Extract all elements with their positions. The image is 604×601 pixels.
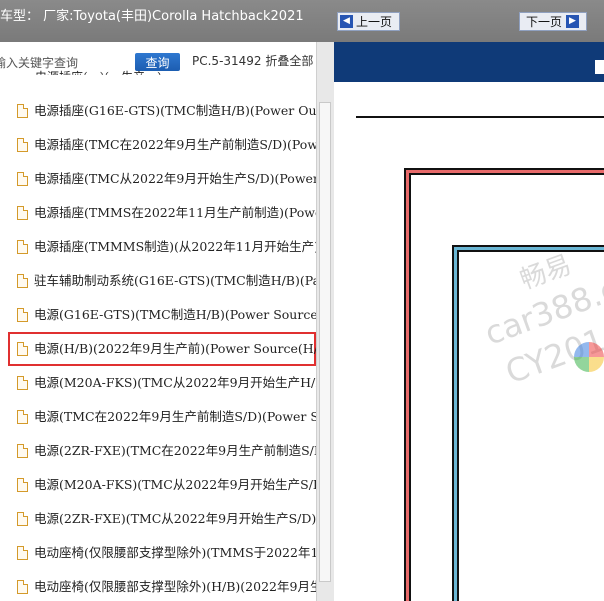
collapse-all-link[interactable]: PC.5-31492 折叠全部 — [192, 52, 313, 69]
list-item-label: 电源(2ZR-FXE)(TMC从2022年9月开始生产S/D)(P — [34, 511, 316, 526]
list-item-label: 电源(H/B)(2022年9月生产前)(Power Source(H/B)) — [34, 341, 316, 356]
document-icon — [17, 478, 28, 492]
document-icon — [17, 138, 28, 152]
list-item[interactable]: 电源(G16E-GTS)(TMC制造H/B)(Power Source) — [0, 298, 316, 332]
list-item[interactable]: 驻车辅助制动系统(G16E-GTS)(TMC制造H/B)(Park — [0, 264, 316, 298]
partial-list-item[interactable]: 电源插座(…)(…生产…) — [35, 68, 162, 75]
list-item[interactable]: 电源(2ZR-FXE)(TMC在2022年9月生产前制造S/D) — [0, 434, 316, 468]
vehicle-title: 车型： 厂家:Toyota(丰田)Corolla Hatchback2021 — [0, 9, 304, 24]
list-item[interactable]: 电源(TMC在2022年9月生产前制造S/D)(Power Sou — [0, 400, 316, 434]
arrow-left-icon: ◀ — [340, 15, 353, 28]
list-item-label: 电源(2ZR-FXE)(TMC在2022年9月生产前制造S/D) — [34, 443, 316, 458]
list-item[interactable]: 电源插座(TMC在2022年9月生产前制造S/D)(Power — [0, 128, 316, 162]
list-item[interactable]: 电动座椅(仅限腰部支撑型除外)(TMMS于2022年1 — [0, 536, 316, 570]
list-item-label: 驻车辅助制动系统(G16E-GTS)(TMC制造H/B)(Park — [34, 273, 316, 288]
list-item[interactable]: 电动座椅(仅限腰部支撑型除外)(H/B)(2022年9月生 — [0, 570, 316, 601]
document-icon — [17, 308, 28, 322]
diagram-viewer[interactable]: 畅易 car388.c CY201 — [334, 82, 604, 601]
watermark-logo-icon — [574, 342, 604, 372]
tree-panel: 查询 PC.5-31492 折叠全部 电源插座(…)(…生产…) 电源插座(G1… — [0, 42, 316, 601]
prev-page-label: 上一页 — [356, 15, 393, 29]
document-icon — [17, 172, 28, 186]
app-header: 车型： 厂家:Toyota(丰田)Corolla Hatchback2021 — [0, 0, 604, 42]
list-item[interactable]: 电源插座(TMMMS制造)(从2022年11月开始生产)( — [0, 230, 316, 264]
list-item-label: 电源(TMC在2022年9月生产前制造S/D)(Power Sou — [34, 409, 316, 424]
list-item-label: 电源(M20A-FKS)(TMC从2022年9月开始生产S/D) — [34, 477, 316, 492]
list-item-label: 电动座椅(仅限腰部支撑型除外)(H/B)(2022年9月生 — [34, 579, 316, 594]
document-icon — [17, 104, 28, 118]
prev-page-button[interactable]: ◀ 上一页 — [337, 12, 400, 31]
list-item-label: 电源插座(TMMS在2022年11月生产前制造)(Power — [34, 205, 316, 220]
document-icon — [17, 274, 28, 288]
list-item[interactable]: 电源插座(TMC从2022年9月开始生产S/D)(Power O — [0, 162, 316, 196]
list-item-label: 电源插座(TMC从2022年9月开始生产S/D)(Power O — [34, 171, 316, 186]
header-rule — [356, 116, 604, 118]
list-item-label: 电源插座(TMMMS制造)(从2022年11月开始生产)( — [34, 239, 316, 254]
document-icon — [17, 376, 28, 390]
document-icon — [17, 444, 28, 458]
scrollbar[interactable] — [316, 42, 334, 601]
arrow-right-icon: ▶ — [566, 15, 580, 28]
list-item-label: 电源(M20A-FKS)(TMC从2022年9月开始生产H/B) — [34, 375, 316, 390]
list-item[interactable]: 电源(H/B)(2022年9月生产前)(Power Source(H/B)) — [8, 332, 316, 366]
list-item-label: 电源插座(TMC在2022年9月生产前制造S/D)(Power — [34, 137, 316, 152]
list-item-label: 电动座椅(仅限腰部支撑型除外)(TMMS于2022年1 — [34, 545, 316, 560]
document-icon — [17, 410, 28, 424]
list-item-label: 电源插座(G16E-GTS)(TMC制造H/B)(Power Outlet) — [34, 103, 316, 118]
document-icon — [17, 342, 28, 356]
scrollbar-thumb[interactable] — [319, 102, 331, 582]
viewer-edge-control[interactable] — [595, 60, 604, 74]
document-icon — [17, 580, 28, 594]
list-item[interactable]: 电源(2ZR-FXE)(TMC从2022年9月开始生产S/D)(P — [0, 502, 316, 536]
list-item-label: 电源(G16E-GTS)(TMC制造H/B)(Power Source) — [34, 307, 316, 322]
list-item[interactable]: 电源插座(TMMS在2022年11月生产前制造)(Power — [0, 196, 316, 230]
next-page-label: 下一页 — [526, 15, 563, 29]
document-icon — [17, 206, 28, 220]
next-page-button[interactable]: 下一页 ▶ — [519, 12, 587, 31]
document-icon — [17, 546, 28, 560]
viewer-toolbar — [334, 42, 604, 82]
list-item[interactable]: 电源插座(G16E-GTS)(TMC制造H/B)(Power Outlet) — [0, 94, 316, 128]
list-item[interactable]: 电源(M20A-FKS)(TMC从2022年9月开始生产H/B) — [0, 366, 316, 400]
document-icon — [17, 240, 28, 254]
document-icon — [17, 512, 28, 526]
document-list: 电源插座(G16E-GTS)(TMC制造H/B)(Power Outlet) 电源… — [0, 94, 316, 601]
list-item[interactable]: 电源(M20A-FKS)(TMC从2022年9月开始生产S/D) — [0, 468, 316, 502]
